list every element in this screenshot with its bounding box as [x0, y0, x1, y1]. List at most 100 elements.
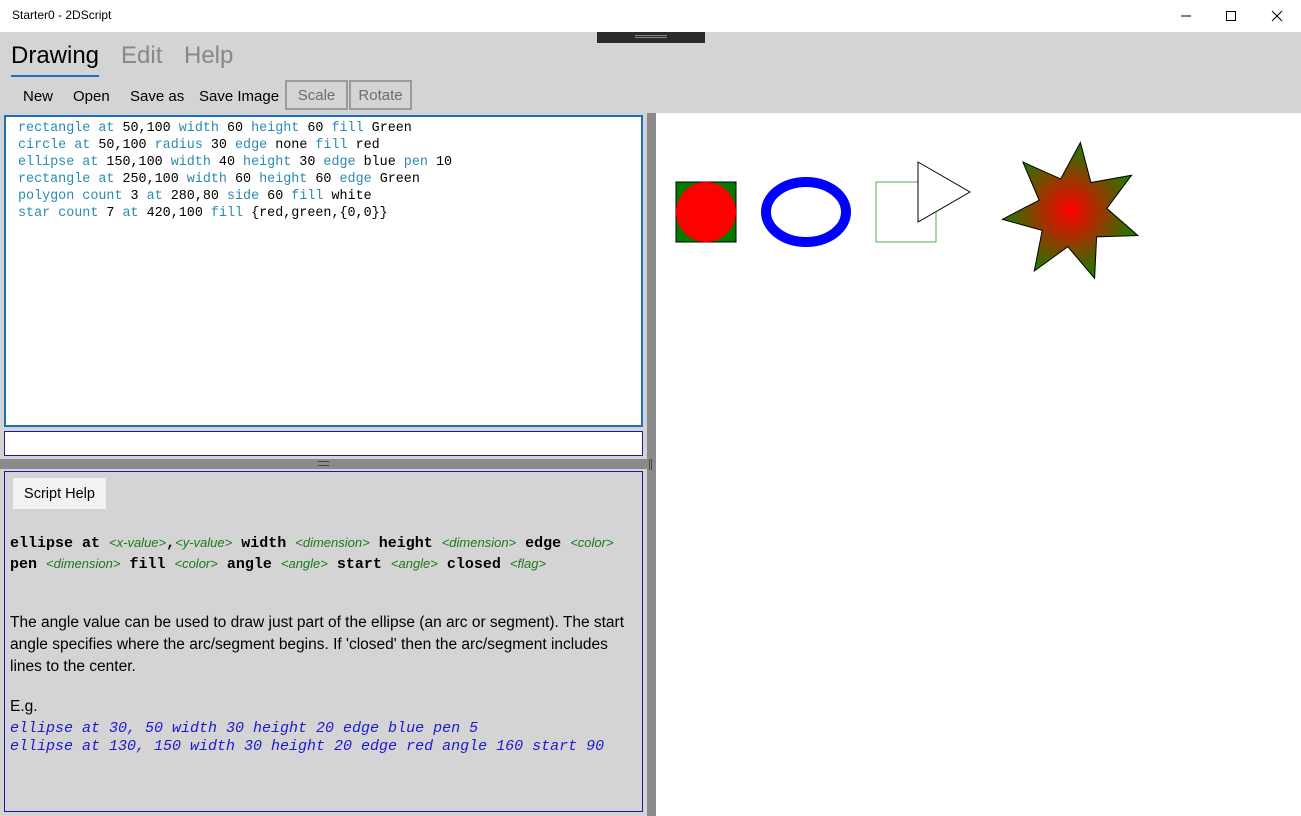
help-syntax: ellipse at <x-value>,<y-value> width <di… [10, 533, 635, 575]
script-keyword: height [259, 172, 308, 187]
script-text: 420,100 [138, 206, 211, 221]
horizontal-splitter[interactable] [0, 459, 647, 469]
script-line: circle at 50,100 radius 30 edge none fil… [18, 138, 380, 153]
grip-icon [635, 35, 667, 38]
script-keyword: polygon [18, 189, 75, 204]
syntax-keyword: pen [10, 556, 47, 573]
syntax-param: <flag> [509, 556, 547, 571]
open-button[interactable]: Open [73, 88, 110, 105]
syntax-param: <dimension> [46, 556, 121, 571]
script-text: 3 [122, 189, 147, 204]
syntax-param: <color> [570, 535, 614, 550]
maximize-icon [1226, 11, 1236, 21]
script-line: star count 7 at 420,100 fill {red,green,… [18, 206, 388, 221]
script-text [50, 206, 58, 221]
script-keyword: fill [315, 138, 348, 153]
syntax-param: <color> [174, 556, 218, 571]
script-text: red [347, 138, 380, 153]
title-bar: Starter0 - 2DScript [0, 0, 1301, 32]
script-keyword: edge [339, 172, 372, 187]
help-description: The angle value can be used to draw just… [10, 614, 625, 675]
script-line: rectangle at 50,100 width 60 height 60 f… [18, 121, 412, 136]
script-text: 7 [98, 206, 123, 221]
script-keyword: height [243, 155, 292, 170]
save-as-button[interactable]: Save as [130, 88, 184, 105]
script-keyword: count [58, 206, 99, 221]
syntax-keyword: , [166, 535, 176, 552]
tab-active-indicator [11, 75, 99, 77]
script-line: ellipse at 150,100 width 40 height 30 ed… [18, 155, 452, 170]
help-example-2: ellipse at 130, 150 width 30 height 20 e… [10, 738, 605, 755]
drawing-canvas[interactable] [656, 113, 1301, 816]
script-editor[interactable]: rectangle at 50,100 width 60 height 60 f… [4, 115, 643, 427]
script-keyword: ellipse [18, 155, 75, 170]
script-keyword: at [146, 189, 163, 204]
vertical-splitter[interactable] [647, 113, 656, 816]
script-keyword: width [186, 172, 227, 187]
syntax-keyword: edge [516, 535, 571, 552]
script-text: 60 [259, 189, 292, 204]
script-help-button[interactable]: Script Help [13, 478, 106, 509]
save-image-button[interactable]: Save Image [199, 88, 279, 105]
script-keyword: fill [291, 189, 324, 204]
script-keyword: at [74, 138, 91, 153]
syntax-keyword: width [232, 535, 296, 552]
script-keyword: width [170, 155, 211, 170]
syntax-param: <dimension> [295, 535, 370, 550]
script-keyword: at [98, 172, 115, 187]
scale-button[interactable]: Scale [285, 80, 348, 110]
syntax-keyword: ellipse at [10, 535, 110, 552]
script-keyword: rectangle [18, 121, 91, 136]
script-keyword: circle [18, 138, 67, 153]
script-text: none [267, 138, 316, 153]
script-keyword: at [82, 155, 99, 170]
syntax-param: <dimension> [441, 535, 517, 550]
script-line: polygon count 3 at 280,80 side 60 fill w… [18, 189, 372, 204]
syntax-keyword: height [369, 535, 442, 552]
new-button[interactable]: New [23, 88, 53, 105]
script-text: 280,80 [162, 189, 227, 204]
maximize-button[interactable] [1208, 0, 1254, 32]
script-text: 60 [226, 172, 260, 187]
script-keyword: at [122, 206, 139, 221]
drawing-svg [675, 141, 1140, 280]
close-icon [1271, 10, 1283, 22]
grip-icon [318, 461, 329, 466]
script-keyword: edge [235, 138, 268, 153]
close-button[interactable] [1254, 0, 1300, 32]
gradient-star [1001, 141, 1140, 280]
script-keyword: fill [210, 206, 244, 221]
white-triangle [917, 161, 972, 223]
minimize-button[interactable] [1163, 0, 1209, 32]
command-input[interactable] [4, 431, 643, 456]
script-text: 50,100 [114, 121, 179, 136]
red-circle [676, 182, 736, 242]
script-text: 250,100 [114, 172, 187, 187]
script-keyword: height [251, 121, 300, 136]
syntax-param: <angle> [280, 556, 328, 571]
syntax-keyword: angle [217, 556, 281, 573]
script-text: 50,100 [90, 138, 155, 153]
drag-handle[interactable] [597, 32, 705, 43]
script-text: {red,green,{0,0}} [243, 206, 388, 221]
help-example-1: ellipse at 30, 50 width 30 height 20 edg… [10, 720, 479, 737]
minimize-icon [1181, 15, 1191, 17]
script-text: 40 [210, 155, 244, 170]
syntax-keyword: start [327, 556, 391, 573]
script-text: 30 [202, 138, 236, 153]
tab-edit[interactable]: Edit [121, 42, 162, 70]
script-text: 30 [291, 155, 324, 170]
script-text: blue [355, 155, 404, 170]
script-text: 60 [218, 121, 252, 136]
tab-help[interactable]: Help [184, 42, 233, 70]
script-keyword: width [178, 121, 219, 136]
script-keyword: rectangle [18, 172, 91, 187]
script-keyword: side [226, 189, 260, 204]
script-keyword: at [98, 121, 115, 136]
rotate-button[interactable]: Rotate [349, 80, 412, 110]
window-title: Starter0 - 2DScript [12, 8, 112, 22]
script-keyword: pen [403, 155, 428, 170]
tab-drawing[interactable]: Drawing [11, 42, 99, 70]
script-keyword: star [18, 206, 51, 221]
script-text: 10 [427, 155, 453, 170]
